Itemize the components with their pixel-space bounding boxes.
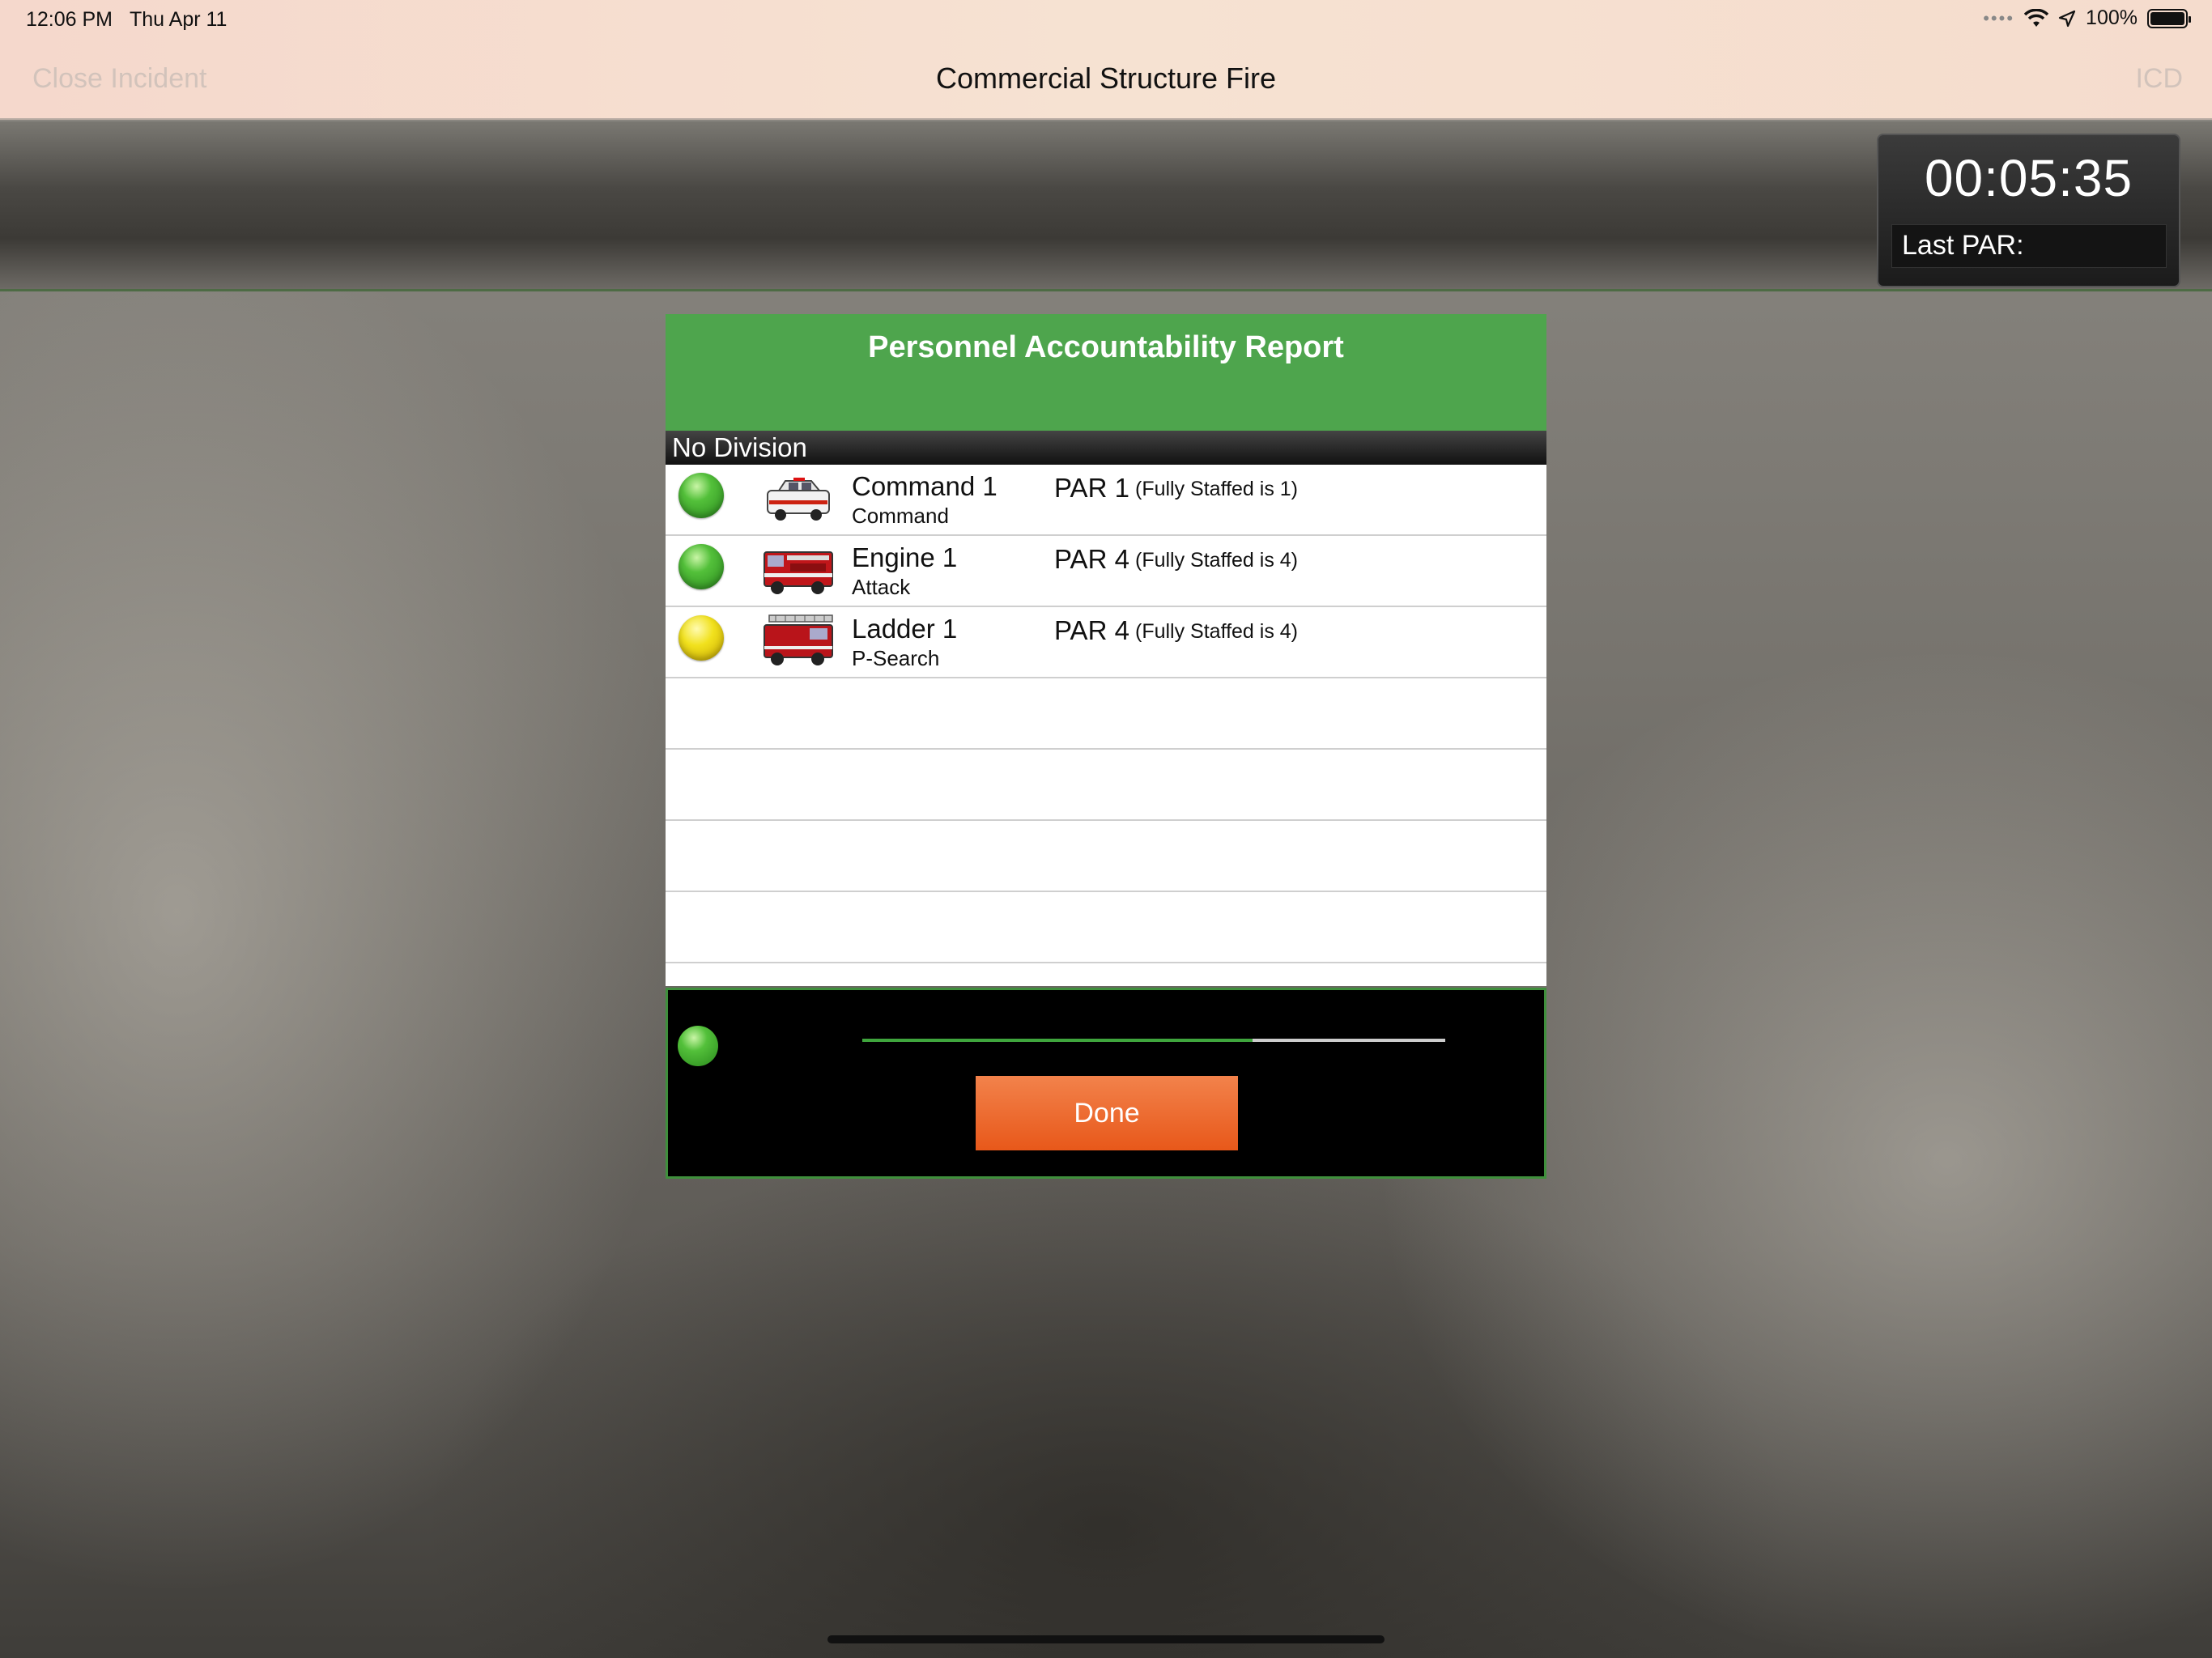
top-bar: 12:06 PM Thu Apr 11 •••• 100% Close Inci… (0, 0, 2212, 120)
status-time: 12:06 PM (26, 8, 113, 31)
battery-percent: 100% (2086, 6, 2138, 29)
command-suv-icon (767, 478, 830, 521)
fire-engine-icon (764, 551, 833, 594)
cellular-dots-icon: •••• (1983, 7, 2015, 28)
unit-role: Command (852, 504, 949, 528)
wifi-icon (2024, 8, 2049, 27)
modal-title: Personnel Accountability Report (868, 330, 1344, 364)
modal-footer: Done (666, 988, 1546, 1179)
unit-name: Ladder 1 (852, 614, 958, 644)
par-progress-fill (862, 1039, 1253, 1042)
par-value: PAR 1 (1054, 473, 1129, 503)
battery-icon (2147, 8, 2191, 28)
division-header: No Division (666, 431, 1546, 465)
location-arrow-icon (2058, 10, 2076, 27)
unit-role: Attack (852, 575, 911, 599)
unit-row-ladder-1[interactable]: Ladder 1 P-Search PAR 4 (Fully Staffed i… (666, 607, 1546, 678)
status-icons: •••• 100% (1983, 6, 2191, 30)
par-progress-bar (862, 1039, 1445, 1042)
unit-row-engine-1[interactable]: Engine 1 Attack PAR 4 (Fully Staffed is … (666, 536, 1546, 607)
incident-timer[interactable]: 00:05:35 Last PAR: (1877, 134, 2180, 287)
par-value: PAR 4 (1054, 615, 1129, 645)
unit-name: Engine 1 (852, 542, 958, 572)
last-par-label: Last PAR: (1891, 224, 2167, 268)
status-date: Thu Apr 11 (130, 8, 228, 31)
status-green-icon (678, 473, 724, 518)
modal-header: Personnel Accountability Report (666, 314, 1546, 431)
list-item-empty (666, 750, 1546, 821)
page-title: Commercial Structure Fire (935, 62, 1277, 95)
unit-name: Command 1 (852, 471, 998, 501)
status-green-icon (678, 544, 724, 589)
status-green-icon (678, 1026, 718, 1066)
par-modal: Personnel Accountability Report No Divis… (666, 314, 1546, 1179)
home-indicator[interactable] (827, 1635, 1385, 1643)
ladder-truck-icon (764, 614, 833, 665)
list-item-empty (666, 892, 1546, 963)
unit-role: P-Search (852, 646, 940, 670)
icd-button[interactable]: ICD (2135, 63, 2183, 95)
par-value: PAR 4 (1054, 544, 1129, 574)
unit-list: Command 1 Command PAR 1 (Fully Staffed i… (666, 465, 1546, 986)
status-yellow-icon (678, 615, 724, 661)
timer-value: 00:05:35 (1924, 149, 2133, 207)
list-item-empty (666, 821, 1546, 892)
staffing-note: (Fully Staffed is 4) (1135, 620, 1299, 643)
unit-row-command-1[interactable]: Command 1 Command PAR 1 (Fully Staffed i… (666, 465, 1546, 536)
done-button[interactable]: Done (976, 1076, 1238, 1150)
staffing-note: (Fully Staffed is 1) (1135, 478, 1299, 500)
staffing-note: (Fully Staffed is 4) (1135, 549, 1299, 572)
list-item-empty (666, 678, 1546, 750)
